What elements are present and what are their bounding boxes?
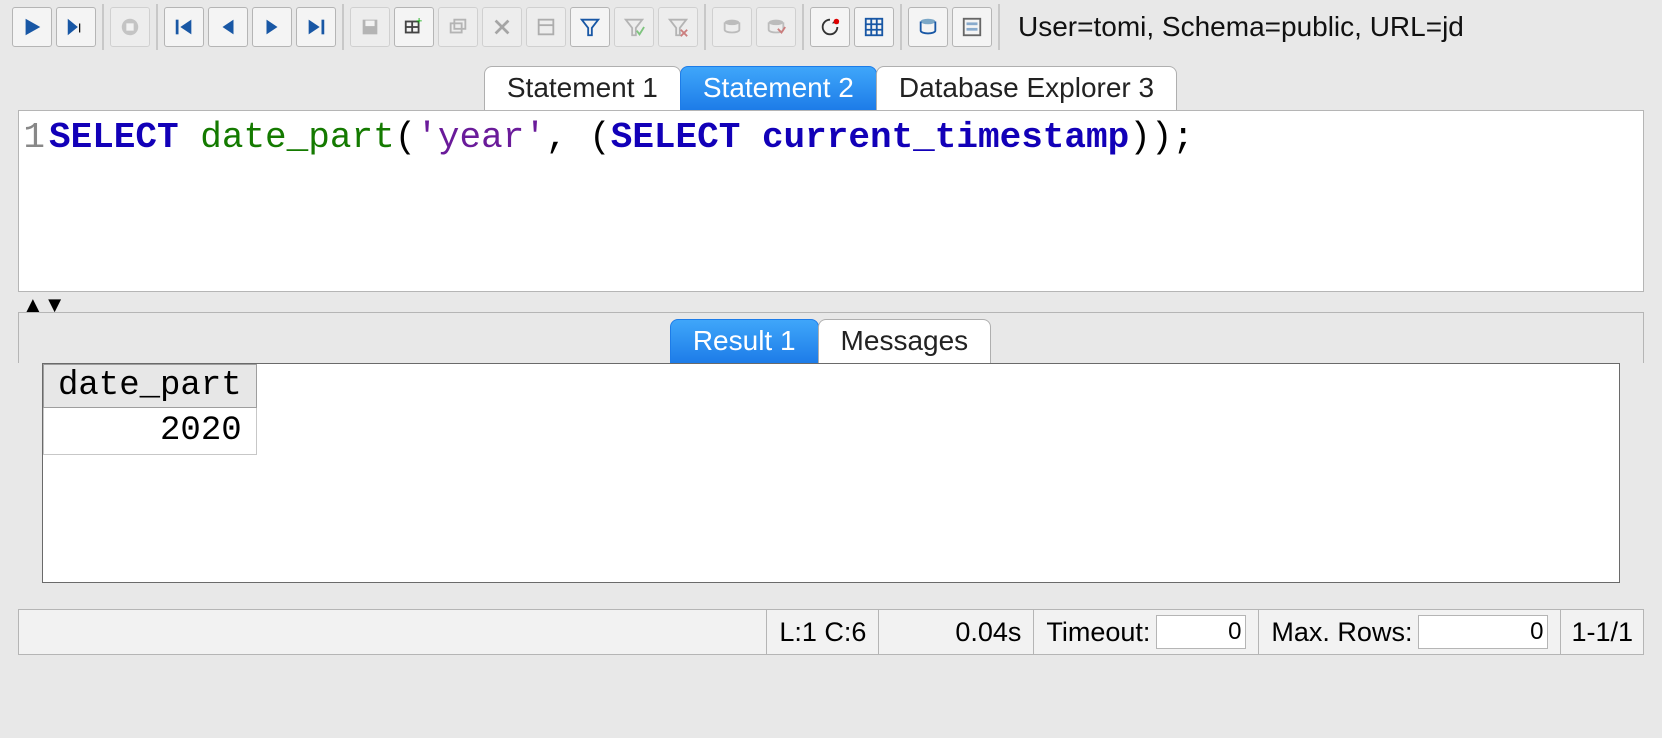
delete-row-button[interactable] <box>482 7 522 47</box>
run-step-button[interactable]: I <box>56 7 96 47</box>
sql-code[interactable]: SELECT date_part('year', (SELECT current… <box>49 115 1194 161</box>
tab-messages[interactable]: Messages <box>818 319 992 363</box>
sql-editor[interactable]: 1 SELECT date_part('year', (SELECT curre… <box>18 110 1644 292</box>
result-cell[interactable]: 2020 <box>44 408 257 455</box>
svg-text:+: + <box>416 16 422 27</box>
status-max-rows: Max. Rows: <box>1259 610 1561 654</box>
sql-client-window: I + <box>0 0 1662 738</box>
toolbar-group-tx <box>706 4 804 50</box>
toolbar-group-run: I <box>6 4 104 50</box>
rollback-button[interactable] <box>756 7 796 47</box>
result-table: date_part 2020 <box>43 364 257 455</box>
token-current-timestamp: current_timestamp <box>762 117 1129 158</box>
status-pager: 1-1/1 <box>1561 610 1643 654</box>
toolbar-group-view <box>902 4 1000 50</box>
status-bar: L:1 C:6 0.04s Timeout: Max. Rows: 1-1/1 <box>18 609 1644 655</box>
connection-info: User=tomi, Schema=public, URL=jd <box>1000 11 1656 43</box>
grid-button[interactable] <box>854 7 894 47</box>
maxrows-label: Max. Rows: <box>1271 617 1412 648</box>
token-string: 'year' <box>416 117 546 158</box>
prev-button[interactable] <box>208 7 248 47</box>
db-view-button[interactable] <box>908 7 948 47</box>
toolbar-group-stop <box>104 4 158 50</box>
toolbar-group-data: + <box>344 4 706 50</box>
first-button[interactable] <box>164 7 204 47</box>
filter-clear-button[interactable] <box>658 7 698 47</box>
status-cursor-position: L:1 C:6 <box>767 610 879 654</box>
tab-database-explorer-3[interactable]: Database Explorer 3 <box>876 66 1177 110</box>
result-tab-bar: Result 1 Messages <box>18 312 1644 363</box>
tab-result-1[interactable]: Result 1 <box>670 319 819 363</box>
editor-line-1: 1 SELECT date_part('year', (SELECT curre… <box>19 111 1643 161</box>
tab-statement-1[interactable]: Statement 1 <box>484 66 681 110</box>
token-comma: , ( <box>546 117 611 158</box>
filter-button[interactable] <box>570 7 610 47</box>
timeout-label: Timeout: <box>1046 617 1150 648</box>
toolbar-group-misc <box>804 4 902 50</box>
maxrows-input[interactable] <box>1418 615 1548 649</box>
gutter-line-number: 1 <box>19 115 49 161</box>
save-data-button[interactable] <box>350 7 390 47</box>
result-column-header[interactable]: date_part <box>44 365 257 408</box>
token-close: )); <box>1129 117 1194 158</box>
timeout-input[interactable] <box>1156 615 1246 649</box>
token-function: date_part <box>200 117 394 158</box>
status-timeout: Timeout: <box>1034 610 1259 654</box>
status-spacer <box>19 610 767 654</box>
filter-apply-button[interactable] <box>614 7 654 47</box>
next-button[interactable] <box>252 7 292 47</box>
refresh-button[interactable] <box>810 7 850 47</box>
filter-data-button[interactable] <box>526 7 566 47</box>
svg-text:I: I <box>78 21 82 36</box>
status-elapsed-time: 0.04s <box>879 610 1034 654</box>
table-row[interactable]: 2020 <box>44 408 257 455</box>
last-button[interactable] <box>296 7 336 47</box>
token-paren: ( <box>395 117 417 158</box>
add-row-button[interactable]: + <box>394 7 434 47</box>
copy-row-button[interactable] <box>438 7 478 47</box>
commit-button[interactable] <box>712 7 752 47</box>
result-grid[interactable]: date_part 2020 <box>42 363 1620 583</box>
toolbar-group-nav <box>158 4 344 50</box>
run-button[interactable] <box>12 7 52 47</box>
token-inner-select: SELECT <box>611 117 762 158</box>
form-view-button[interactable] <box>952 7 992 47</box>
stop-button[interactable] <box>110 7 150 47</box>
token-select: SELECT <box>49 117 200 158</box>
main-toolbar: I + <box>0 0 1662 54</box>
editor-tab-bar: Statement 1 Statement 2 Database Explore… <box>0 66 1662 110</box>
split-handle[interactable]: ▲▼ <box>0 292 1662 312</box>
tab-statement-2[interactable]: Statement 2 <box>680 66 877 110</box>
